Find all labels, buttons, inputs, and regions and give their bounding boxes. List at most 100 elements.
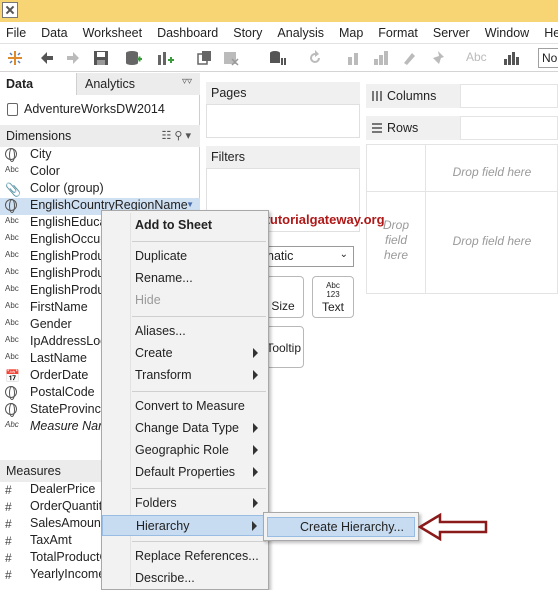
- marks-type-select[interactable]: natic ⌄: [262, 246, 354, 267]
- menu-server[interactable]: Server: [425, 26, 477, 40]
- clear-sheet-icon[interactable]: [222, 49, 240, 67]
- number-icon: #: [5, 534, 12, 548]
- swap-icon[interactable]: [346, 49, 364, 67]
- refresh-icon[interactable]: [306, 49, 324, 67]
- abc-icon: Abc: [5, 267, 19, 276]
- menu-data[interactable]: Data: [34, 26, 75, 40]
- context-menu-item-default-properties[interactable]: Default Properties: [102, 462, 268, 483]
- menu-file[interactable]: File: [0, 26, 34, 40]
- context-menu-item-transform[interactable]: Transform: [102, 365, 268, 386]
- context-menu-item-aliases[interactable]: Aliases...: [102, 321, 268, 342]
- text-abc-icon: Abc 123: [326, 281, 340, 299]
- rows-shelf[interactable]: [460, 116, 558, 140]
- field-label: TotalProductC: [30, 550, 109, 564]
- submenu-arrow-icon: [253, 423, 258, 433]
- context-menu-item-replace-references[interactable]: Replace References...: [102, 546, 268, 567]
- view-area[interactable]: Drop field here Drop field here Drop fie…: [366, 144, 558, 294]
- menu-worksheet[interactable]: Worksheet: [75, 26, 150, 40]
- submenu-arrow-icon: [253, 445, 258, 455]
- context-menu-item-rename[interactable]: Rename...: [102, 268, 268, 289]
- labels-button[interactable]: Abc: [466, 50, 488, 68]
- field-type-icon: #: [5, 534, 25, 548]
- fit-select[interactable]: No: [538, 48, 558, 68]
- field-label: DealerPrice: [30, 482, 96, 496]
- drop-field-center[interactable]: Drop field here: [437, 234, 547, 248]
- field-type-icon: Abc: [5, 216, 25, 225]
- field-label: IpAddressLoc: [30, 334, 107, 348]
- context-menu-item-folders[interactable]: Folders: [102, 493, 268, 514]
- pages-shelf[interactable]: [206, 104, 360, 138]
- context-menu-item-hide[interactable]: Hide: [102, 290, 268, 311]
- field-label: TaxAmt: [30, 533, 72, 547]
- rows-label: Rows: [387, 121, 419, 135]
- pin-icon[interactable]: [430, 49, 448, 67]
- submenu-arrow-icon: [253, 348, 258, 358]
- new-worksheet-icon[interactable]: [156, 49, 174, 67]
- menu-window[interactable]: Window: [477, 26, 536, 40]
- tableau-logo-icon[interactable]: [6, 49, 24, 67]
- menu-dropdown-icon[interactable]: ▾: [185, 130, 194, 142]
- save-icon[interactable]: [92, 49, 110, 67]
- columns-shelf[interactable]: [460, 84, 558, 108]
- tab-data[interactable]: Data: [0, 73, 76, 95]
- menu-help[interactable]: Help: [537, 26, 558, 40]
- chevron-down-icon: ⌄: [339, 249, 348, 260]
- field-type-icon: 📎: [5, 182, 25, 198]
- context-menu-item-hierarchy[interactable]: Hierarchy: [102, 515, 268, 536]
- menu-dashboard[interactable]: Dashboard: [150, 26, 226, 40]
- field-label: LastName: [30, 351, 87, 365]
- field-type-icon: Abc: [5, 233, 25, 242]
- hierarchy-submenu: Create Hierarchy...: [263, 512, 419, 541]
- create-hierarchy-item[interactable]: Create Hierarchy...: [267, 517, 415, 537]
- drop-left-line-3: here: [383, 248, 409, 262]
- context-menu-item-duplicate[interactable]: Duplicate: [102, 246, 268, 267]
- drop-field-columns[interactable]: Drop field here: [437, 165, 547, 179]
- context-menu-item-convert-to-measure[interactable]: Convert to Measure: [102, 396, 268, 417]
- back-icon[interactable]: [38, 49, 56, 67]
- duplicate-icon[interactable]: [196, 49, 214, 67]
- field-label: FirstName: [30, 300, 88, 314]
- dimensions-tools[interactable]: ☷⚲▾: [162, 129, 194, 142]
- show-me-chart-icon[interactable]: [502, 49, 520, 67]
- globe-icon: [5, 386, 17, 400]
- menu-item-label: Hierarchy: [136, 519, 190, 533]
- field-type-icon: Abc: [5, 420, 25, 429]
- pane-tabs: Data Analytics ▿▿: [0, 73, 200, 95]
- forward-icon[interactable]: [64, 49, 82, 67]
- highlight-icon[interactable]: [400, 49, 418, 67]
- menu-map[interactable]: Map: [331, 26, 370, 40]
- search-icon[interactable]: ⚲: [174, 130, 185, 142]
- menu-story[interactable]: Story: [226, 26, 270, 40]
- text-mark-button[interactable]: Abc 123 Text: [312, 276, 354, 318]
- field-item[interactable]: 📎 Color (group): [0, 181, 200, 198]
- context-menu-item-geographic-role[interactable]: Geographic Role: [102, 440, 268, 461]
- context-menu-item-change-data-type[interactable]: Change Data Type: [102, 418, 268, 439]
- field-type-icon: #: [5, 551, 25, 565]
- field-label: OrderQuantit: [30, 499, 103, 513]
- number-icon: #: [5, 568, 12, 582]
- tab-analytics[interactable]: Analytics ▿▿: [76, 73, 200, 95]
- pause-datasource-icon[interactable]: [268, 49, 286, 67]
- size-label: Size: [271, 299, 295, 313]
- field-item[interactable]: Abc Color: [0, 164, 200, 181]
- pane-toggle-icon[interactable]: ▿▿: [182, 76, 192, 87]
- abc-icon: Abc: [5, 165, 19, 174]
- number-icon: #: [5, 483, 12, 497]
- field-dropdown-icon[interactable]: ▼: [186, 200, 194, 209]
- datasource-item[interactable]: AdventureWorksDW2014: [0, 97, 200, 121]
- field-type-icon: Abc: [5, 284, 25, 293]
- field-type-icon: #: [5, 517, 25, 531]
- view-list-icon[interactable]: ☷: [162, 130, 175, 142]
- context-menu-item-describe[interactable]: Describe...: [102, 568, 268, 589]
- field-label: Color: [30, 164, 60, 178]
- menu-format[interactable]: Format: [371, 26, 426, 40]
- title-bar: [0, 0, 558, 22]
- abc-icon: Abc: [5, 352, 19, 361]
- field-item[interactable]: City: [0, 147, 200, 164]
- new-datasource-icon[interactable]: [124, 49, 142, 67]
- context-menu-item-add-to-sheet[interactable]: Add to Sheet: [102, 215, 268, 236]
- menu-analysis[interactable]: Analysis: [270, 26, 332, 40]
- sort-icon[interactable]: [372, 49, 390, 67]
- marks-type-value: natic: [267, 249, 294, 263]
- context-menu-item-create[interactable]: Create: [102, 343, 268, 364]
